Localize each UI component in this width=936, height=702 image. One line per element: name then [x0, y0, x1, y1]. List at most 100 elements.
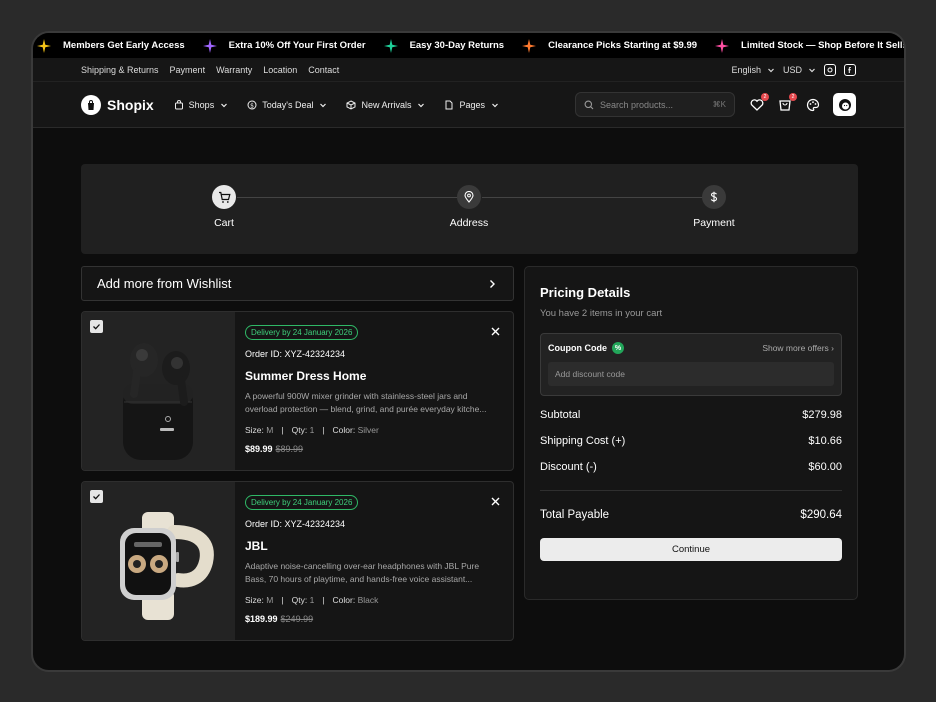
size-option[interactable]: Size: M: [245, 425, 273, 435]
total-amount: $290.64: [800, 509, 842, 521]
discount-amount: $60.00: [808, 461, 842, 473]
product-description: A powerful 900W mixer grinder with stain…: [245, 391, 487, 414]
app-frame: Members Get Early Access Extra 10% Off Y…: [31, 31, 906, 672]
file-icon: [445, 100, 453, 109]
discount-label: Discount (-): [540, 461, 597, 473]
util-link-warranty[interactable]: Warranty: [216, 65, 252, 75]
size-value: M: [266, 595, 274, 605]
item-select-checkbox[interactable]: [90, 320, 103, 333]
search-input[interactable]: Search products... ⌘K: [575, 92, 735, 117]
tag-icon: $: [247, 100, 257, 109]
show-more-offers-link[interactable]: Show more offers ›: [762, 343, 834, 353]
show-offers-label: Show more offers: [762, 343, 829, 353]
utility-bar: Shipping & Returns Payment Warranty Loca…: [33, 58, 904, 82]
discount-code-input[interactable]: Add discount code: [548, 362, 834, 386]
nav-pages[interactable]: Pages: [444, 100, 500, 110]
wishlist-label: Add more from Wishlist: [97, 276, 232, 291]
chevron-right-icon: ›: [831, 343, 834, 353]
order-id: Order ID: XYZ-42324234: [245, 349, 346, 359]
facebook-icon[interactable]: [844, 63, 856, 76]
svg-text:$: $: [250, 102, 254, 109]
promo-ticker: Members Get Early Access Extra 10% Off Y…: [33, 33, 904, 58]
color-option[interactable]: Color: Silver: [333, 425, 379, 435]
step-payment[interactable]: Payment: [654, 185, 774, 229]
coupon-section: Coupon Code % Show more offers › Add dis…: [540, 333, 842, 396]
qty-label: Qty:: [291, 425, 308, 435]
total-row: Total Payable $290.64: [540, 509, 842, 521]
brand-logo[interactable]: Shopix: [81, 94, 154, 115]
qty-option[interactable]: Qty: 1: [292, 595, 315, 605]
cart-button[interactable]: 2: [777, 92, 797, 113]
step-address[interactable]: Address: [409, 185, 529, 229]
brand-name: Shopix: [107, 96, 154, 113]
current-price: $89.99: [245, 444, 273, 454]
nav-todays-deal[interactable]: $ Today's Deal: [247, 100, 328, 110]
pricing-details-panel: Pricing Details You have 2 items in your…: [524, 266, 858, 600]
product-price: $89.99 $89.99: [245, 444, 501, 454]
checkout-stepper: Cart Address Payment: [81, 164, 858, 254]
step-cart[interactable]: Cart: [164, 185, 284, 229]
product-options: Size: M | Qty: 1 | Color: Black: [245, 595, 501, 605]
cart-item: Delivery by 24 January 2026 Order ID: XY…: [81, 481, 514, 641]
product-price: $189.99 $249.99: [245, 614, 501, 624]
cart-icon: [212, 185, 236, 209]
cart-item: Delivery by 24 January 2026 Order ID: XY…: [81, 311, 514, 471]
step-cart-label: Cart: [214, 217, 234, 229]
search-icon: [584, 100, 594, 109]
size-label: Size:: [245, 595, 264, 605]
product-name[interactable]: Summer Dress Home: [245, 369, 501, 383]
subtotal-row: Subtotal $279.98: [540, 409, 842, 421]
nav-shops[interactable]: Shops: [174, 100, 230, 110]
shipping-row: Shipping Cost (+) $10.66: [540, 435, 842, 447]
option-separator: |: [281, 595, 284, 605]
chevron-down-icon: [320, 103, 327, 107]
language-value: English: [731, 64, 761, 75]
size-option[interactable]: Size: M: [245, 595, 273, 605]
theme-button[interactable]: [805, 97, 821, 113]
chevron-down-icon: [768, 68, 774, 72]
util-link-payment[interactable]: Payment: [170, 65, 206, 75]
promo-message: Limited Stock — Shop Before It Sells Out: [741, 40, 906, 51]
wishlist-count-badge: 2: [761, 92, 769, 101]
product-name[interactable]: JBL: [245, 539, 501, 553]
product-image-watch: [82, 482, 235, 640]
discount-row: Discount (-) $60.00: [540, 461, 842, 473]
qty-option[interactable]: Qty: 1: [292, 425, 315, 435]
search-placeholder: Search products...: [600, 99, 674, 110]
util-link-contact[interactable]: Contact: [308, 65, 339, 75]
util-link-location[interactable]: Location: [263, 65, 297, 75]
promo-message: Clearance Picks Starting at $9.99: [548, 40, 698, 51]
nav-todays-deal-label: Today's Deal: [262, 99, 314, 110]
add-from-wishlist-button[interactable]: Add more from Wishlist: [81, 266, 514, 301]
nav-new-arrivals[interactable]: New Arrivals: [346, 100, 426, 110]
avatar[interactable]: [833, 93, 856, 116]
language-select[interactable]: English: [731, 65, 775, 75]
sparkle-icon: [202, 38, 217, 53]
original-price: $249.99: [280, 614, 314, 624]
qty-value: 1: [309, 595, 315, 605]
promo-message: Members Get Early Access: [63, 40, 185, 51]
map-pin-icon: [457, 185, 481, 209]
step-address-label: Address: [449, 217, 489, 229]
promo-message: Extra 10% Off Your First Order: [228, 40, 366, 51]
store-icon: [174, 99, 183, 109]
currency-value: USD: [782, 64, 802, 75]
chevron-down-icon: [221, 103, 228, 107]
discount-badge-icon: %: [612, 342, 624, 354]
chevron-down-icon: [492, 103, 498, 107]
continue-button[interactable]: Continue: [540, 538, 842, 561]
check-icon: [93, 324, 100, 330]
currency-select[interactable]: USD: [783, 65, 816, 75]
util-link-shipping[interactable]: Shipping & Returns: [81, 65, 159, 75]
color-option[interactable]: Color: Black: [333, 595, 379, 605]
wishlist-button[interactable]: 2: [749, 92, 769, 113]
color-value: Silver: [357, 425, 379, 435]
item-select-checkbox[interactable]: [90, 490, 103, 503]
sparkle-icon: [522, 38, 537, 53]
pricing-subtitle: You have 2 items in your cart: [540, 308, 663, 319]
delivery-badge: Delivery by 24 January 2026: [245, 495, 359, 510]
instagram-icon[interactable]: [824, 63, 836, 76]
product-description: Adaptive noise-cancelling over-ear headp…: [245, 561, 480, 584]
product-image-earbuds: [82, 312, 235, 470]
discount-code-placeholder: Add discount code: [555, 369, 625, 379]
